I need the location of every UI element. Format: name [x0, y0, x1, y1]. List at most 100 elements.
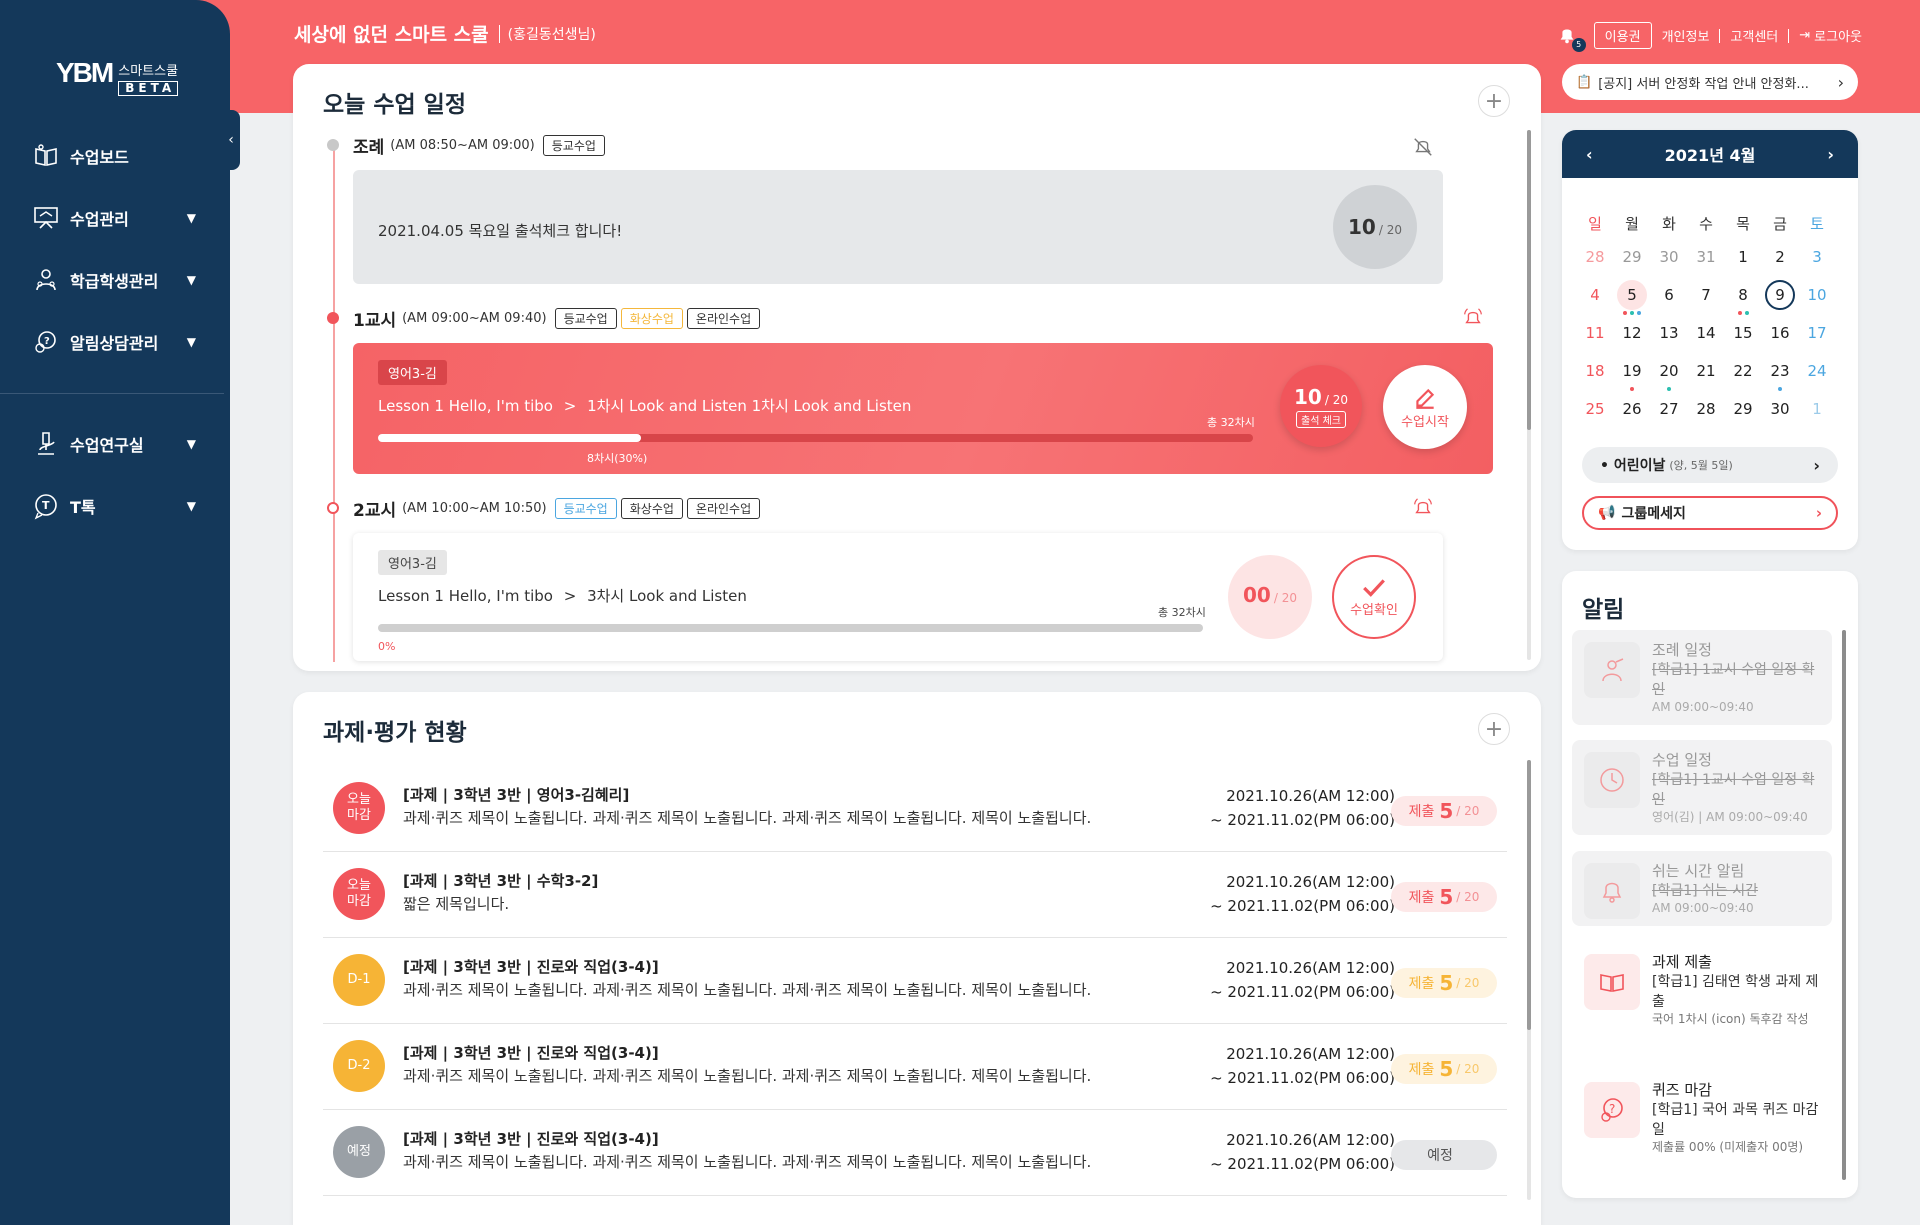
alert-meta: AM 09:00~09:40	[1652, 901, 1754, 915]
add-task-button[interactable]: +	[1478, 713, 1510, 745]
next-lesson-card[interactable]: 영어3-김 Lesson 1 Hello, I'm tibo > 3차시 Loo…	[353, 533, 1443, 661]
submit-status[interactable]: 예정	[1391, 1140, 1497, 1170]
logo-mark: YBM	[56, 57, 114, 88]
calendar-day[interactable]: 30	[1654, 242, 1684, 272]
task-row[interactable]: 오늘 마감 [과제 | 3학년 3반 | 수학3-2] 짧은 제목입니다. 20…	[323, 852, 1507, 938]
sidebar-item-research[interactable]: 수업연구실 ▼	[32, 426, 202, 462]
sidebar-item-lesson-board[interactable]: 수업보드	[32, 138, 202, 174]
alert-item[interactable]: ? 퀴즈 마감 [학급1] 국어 과목 퀴즈 마감일 제출률 00% (미제출자…	[1572, 1070, 1832, 1165]
calendar-day[interactable]: 10	[1802, 280, 1832, 310]
task-row[interactable]: 예정 [과제 | 3학년 3반 | 진로와 직업(3-4)] 과제·퀴즈 제목이…	[323, 1110, 1507, 1196]
alert-item[interactable]: 조례 일정 [학급1] 1교시 수업 일정 확인 AM 09:00~09:40	[1572, 630, 1832, 725]
bell-ring-icon[interactable]	[1412, 497, 1434, 519]
attendance-count[interactable]: 10/ 20 출석 체크	[1280, 365, 1362, 447]
task-start: 2021.10.26(AM 12:00)	[1226, 1131, 1395, 1149]
alert-item[interactable]: 과제 제출 [학급1] 김태연 학생 과제 제출 국어 1차시 (icon) 독…	[1572, 942, 1832, 1037]
calendar-day[interactable]: 12	[1617, 318, 1647, 348]
calendar-day[interactable]: 8	[1728, 280, 1758, 310]
start-lesson-button[interactable]: 수업시작	[1383, 365, 1467, 449]
usage-button[interactable]: 이용권	[1593, 22, 1652, 49]
task-row[interactable]: D-2 [과제 | 3학년 3반 | 진로와 직업(3-4)] 과제·퀴즈 제목…	[323, 1024, 1507, 1110]
calendar-day[interactable]: 13	[1654, 318, 1684, 348]
holiday-bar[interactable]: • 어린이날 (양, 5월 5일) ›	[1582, 447, 1838, 483]
alerts-scroll-thumb[interactable]	[1842, 630, 1846, 1180]
sidebar-item-ttalk[interactable]: T T톡 ▼	[32, 488, 202, 524]
submit-label: 예정	[1427, 1148, 1453, 1164]
calendar-day[interactable]: 20	[1654, 356, 1684, 386]
add-schedule-button[interactable]: +	[1478, 85, 1510, 117]
calendar-day[interactable]: 1	[1728, 242, 1758, 272]
logo[interactable]: YBM 스마트스쿨 BETA	[56, 57, 179, 97]
calendar-day[interactable]: 16	[1765, 318, 1795, 348]
period-1: 1교시 (AM 09:00~AM 09:40) 등교수업 화상수업 온라인수업	[353, 306, 764, 331]
calendar-day[interactable]: 15	[1728, 318, 1758, 348]
alert-item[interactable]: 쉬는 시간 알림 [학급1] 쉬는 시간 AM 09:00~09:40	[1572, 851, 1832, 926]
calendar-day[interactable]: 29	[1617, 242, 1647, 272]
schedule-scroll-thumb[interactable]	[1527, 130, 1531, 430]
support-link[interactable]: 고객센터	[1730, 26, 1778, 45]
calendar-day[interactable]: 28	[1691, 394, 1721, 424]
talk-icon: T	[34, 494, 57, 520]
alert-item[interactable]: 수업 일정 [학급1] 1교시 수업 일정 확인 영어(김) | AM 09:0…	[1572, 740, 1832, 835]
chevron-down-icon: ▼	[186, 273, 196, 287]
calendar-day[interactable]: 18	[1580, 356, 1610, 386]
calendar-day[interactable]: 27	[1654, 394, 1684, 424]
task-row[interactable]: D-1 [과제 | 3학년 3반 | 진로와 직업(3-4)] 과제·퀴즈 제목…	[323, 938, 1507, 1024]
notification-button[interactable]: 5	[1556, 24, 1586, 52]
logout-link[interactable]: 로그아웃	[1814, 26, 1862, 45]
calendar-day[interactable]: 28	[1580, 242, 1610, 272]
group-message-button[interactable]: 📢 그룹메세지 ›	[1582, 496, 1838, 530]
calendar-day[interactable]: 25	[1580, 394, 1610, 424]
calendar-day[interactable]: 21	[1691, 356, 1721, 386]
calendar-day[interactable]: 4	[1580, 280, 1610, 310]
calendar-day[interactable]: 19	[1617, 356, 1647, 386]
attendance-count[interactable]: 00 / 20	[1228, 555, 1312, 639]
calendar-day[interactable]: 23	[1765, 356, 1795, 386]
calendar-day[interactable]: 29	[1728, 394, 1758, 424]
submit-status[interactable]: 제출 5 / 20	[1391, 1054, 1497, 1084]
check-lesson-button[interactable]: 수업확인	[1332, 555, 1416, 639]
morning-message-box: 2021.04.05 목요일 출석체크 합니다! 10 / 20	[353, 170, 1443, 284]
calendar-day[interactable]: 24	[1802, 356, 1832, 386]
calendar-day[interactable]: 30	[1765, 394, 1795, 424]
progress-track	[378, 624, 1203, 632]
bell-ring-icon[interactable]	[1462, 307, 1484, 329]
chevron-right-icon: ›	[1813, 455, 1820, 475]
calendar-day[interactable]: 5	[1617, 280, 1647, 310]
calendar-day[interactable]: 1	[1802, 394, 1832, 424]
sidebar-collapse-button[interactable]: ‹	[222, 110, 240, 170]
calendar-day[interactable]: 11	[1580, 318, 1610, 348]
calendar-day[interactable]: 17	[1802, 318, 1832, 348]
submit-total: / 20	[1456, 1062, 1480, 1076]
bell-off-icon[interactable]	[1412, 136, 1434, 158]
calendar-day[interactable]: 7	[1691, 280, 1721, 310]
calendar-day[interactable]: 6	[1654, 280, 1684, 310]
next-month-button[interactable]: ›	[1827, 145, 1834, 164]
book-icon	[35, 144, 57, 166]
submit-status[interactable]: 제출 5 / 20	[1391, 968, 1497, 998]
task-row[interactable]: 오늘 마감 [과제 | 3학년 3반 | 영어3-김혜리] 과제·퀴즈 제목이 …	[323, 766, 1507, 852]
submit-status[interactable]: 제출 5 / 20	[1391, 882, 1497, 912]
task-period: 2021.10.26(AM 12:00) ~ 2021.11.02(PM 06:…	[1210, 784, 1395, 832]
task-start: 2021.10.26(AM 12:00)	[1226, 787, 1395, 805]
prev-month-button[interactable]: ‹	[1586, 145, 1593, 164]
current-lesson-card[interactable]: 영어3-김 Lesson 1 Hello, I'm tibo > 1차시 Loo…	[353, 343, 1493, 474]
tasks-scroll-thumb[interactable]	[1527, 760, 1531, 1030]
sidebar-item-students[interactable]: 학급학생관리 ▼	[32, 262, 202, 298]
submit-status[interactable]: 제출 5 / 20	[1391, 796, 1497, 826]
sidebar-item-alerts[interactable]: ? 알림상담관리 ▼	[32, 324, 202, 360]
calendar-day[interactable]: 3	[1802, 242, 1832, 272]
notice-banner[interactable]: 📋 [공지] 서버 안정화 작업 안내 안정화... ›	[1562, 64, 1858, 100]
sidebar-item-lesson-manage[interactable]: 수업관리 ▼	[32, 200, 202, 236]
calendar-day[interactable]: 31	[1691, 242, 1721, 272]
task-period: 2021.10.26(AM 12:00) ~ 2021.11.02(PM 06:…	[1210, 1128, 1395, 1176]
calendar-day[interactable]: 26	[1617, 394, 1647, 424]
calendar-day[interactable]: 2	[1765, 242, 1795, 272]
calendar-day[interactable]: 22	[1728, 356, 1758, 386]
profile-link[interactable]: 개인정보	[1662, 26, 1710, 45]
page-header: 세상에 없던 스마트 스쿨 (홍길동선생님)	[294, 20, 596, 47]
calendar-day[interactable]: 9	[1765, 280, 1795, 310]
calendar-day[interactable]: 14	[1691, 318, 1721, 348]
alert-body: [학급1] 1교시 수업 일정 확인	[1652, 662, 1815, 698]
event-dots	[1630, 387, 1634, 391]
